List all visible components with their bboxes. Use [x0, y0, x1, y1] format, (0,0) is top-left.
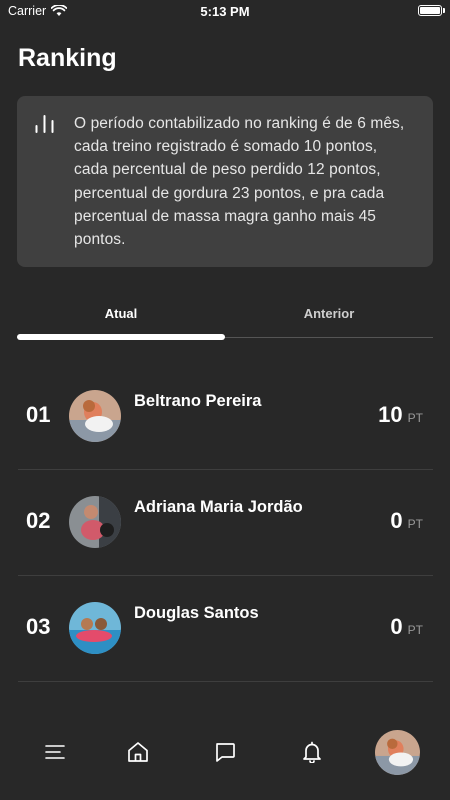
rank-position: 01 — [26, 402, 51, 427]
user-score: 10 PT — [378, 402, 423, 428]
battery-level — [420, 7, 440, 14]
bell-icon — [303, 741, 321, 763]
status-bar: Carrier 5:13 PM — [0, 0, 450, 24]
bottom-navigation — [0, 728, 450, 778]
home-button[interactable] — [120, 734, 156, 770]
ranking-list: 01 Beltrano Pereira 10 PT 02 Adriana Mar… — [18, 364, 433, 682]
chat-button[interactable] — [207, 734, 243, 770]
user-name: Beltrano Pereira — [134, 392, 262, 410]
menu-icon — [45, 745, 65, 759]
page-title: Ranking — [18, 44, 117, 72]
ranking-row[interactable]: 02 Adriana Maria Jordão 0 PT — [18, 470, 433, 576]
ranking-row[interactable]: 03 Douglas Santos 0 PT — [18, 576, 433, 682]
score-unit: PT — [407, 623, 423, 637]
user-score: 0 PT — [390, 614, 423, 640]
bar-chart-icon — [35, 115, 54, 133]
tab-previous[interactable]: Anterior — [225, 306, 433, 334]
user-name: Adriana Maria Jordão — [134, 498, 303, 516]
profile-avatar[interactable] — [375, 730, 420, 775]
tab-active-indicator — [17, 334, 225, 340]
home-icon — [128, 742, 148, 762]
score-value: 0 — [390, 508, 403, 533]
score-unit: PT — [407, 411, 423, 425]
rank-position: 03 — [26, 614, 51, 639]
score-value: 0 — [390, 614, 403, 639]
user-name: Douglas Santos — [134, 604, 259, 622]
score-value: 10 — [378, 402, 403, 427]
ranking-info-card: O período contabilizado no ranking é de … — [17, 96, 433, 267]
user-avatar — [69, 496, 121, 548]
status-time: 5:13 PM — [200, 4, 250, 19]
ranking-tabs: Atual Anterior — [17, 306, 433, 340]
ranking-row[interactable]: 01 Beltrano Pereira 10 PT — [18, 364, 433, 470]
battery-tip — [443, 8, 445, 13]
menu-button[interactable] — [37, 734, 73, 770]
user-score: 0 PT — [390, 508, 423, 534]
score-unit: PT — [407, 517, 423, 531]
tab-current[interactable]: Atual — [17, 306, 225, 334]
ranking-info-text: O período contabilizado no ranking é de … — [74, 115, 405, 249]
rank-position: 02 — [26, 508, 51, 533]
battery-icon — [418, 5, 442, 16]
chat-icon — [216, 743, 235, 762]
user-avatar — [69, 602, 121, 654]
notifications-button[interactable] — [294, 734, 330, 770]
user-avatar — [69, 390, 121, 442]
